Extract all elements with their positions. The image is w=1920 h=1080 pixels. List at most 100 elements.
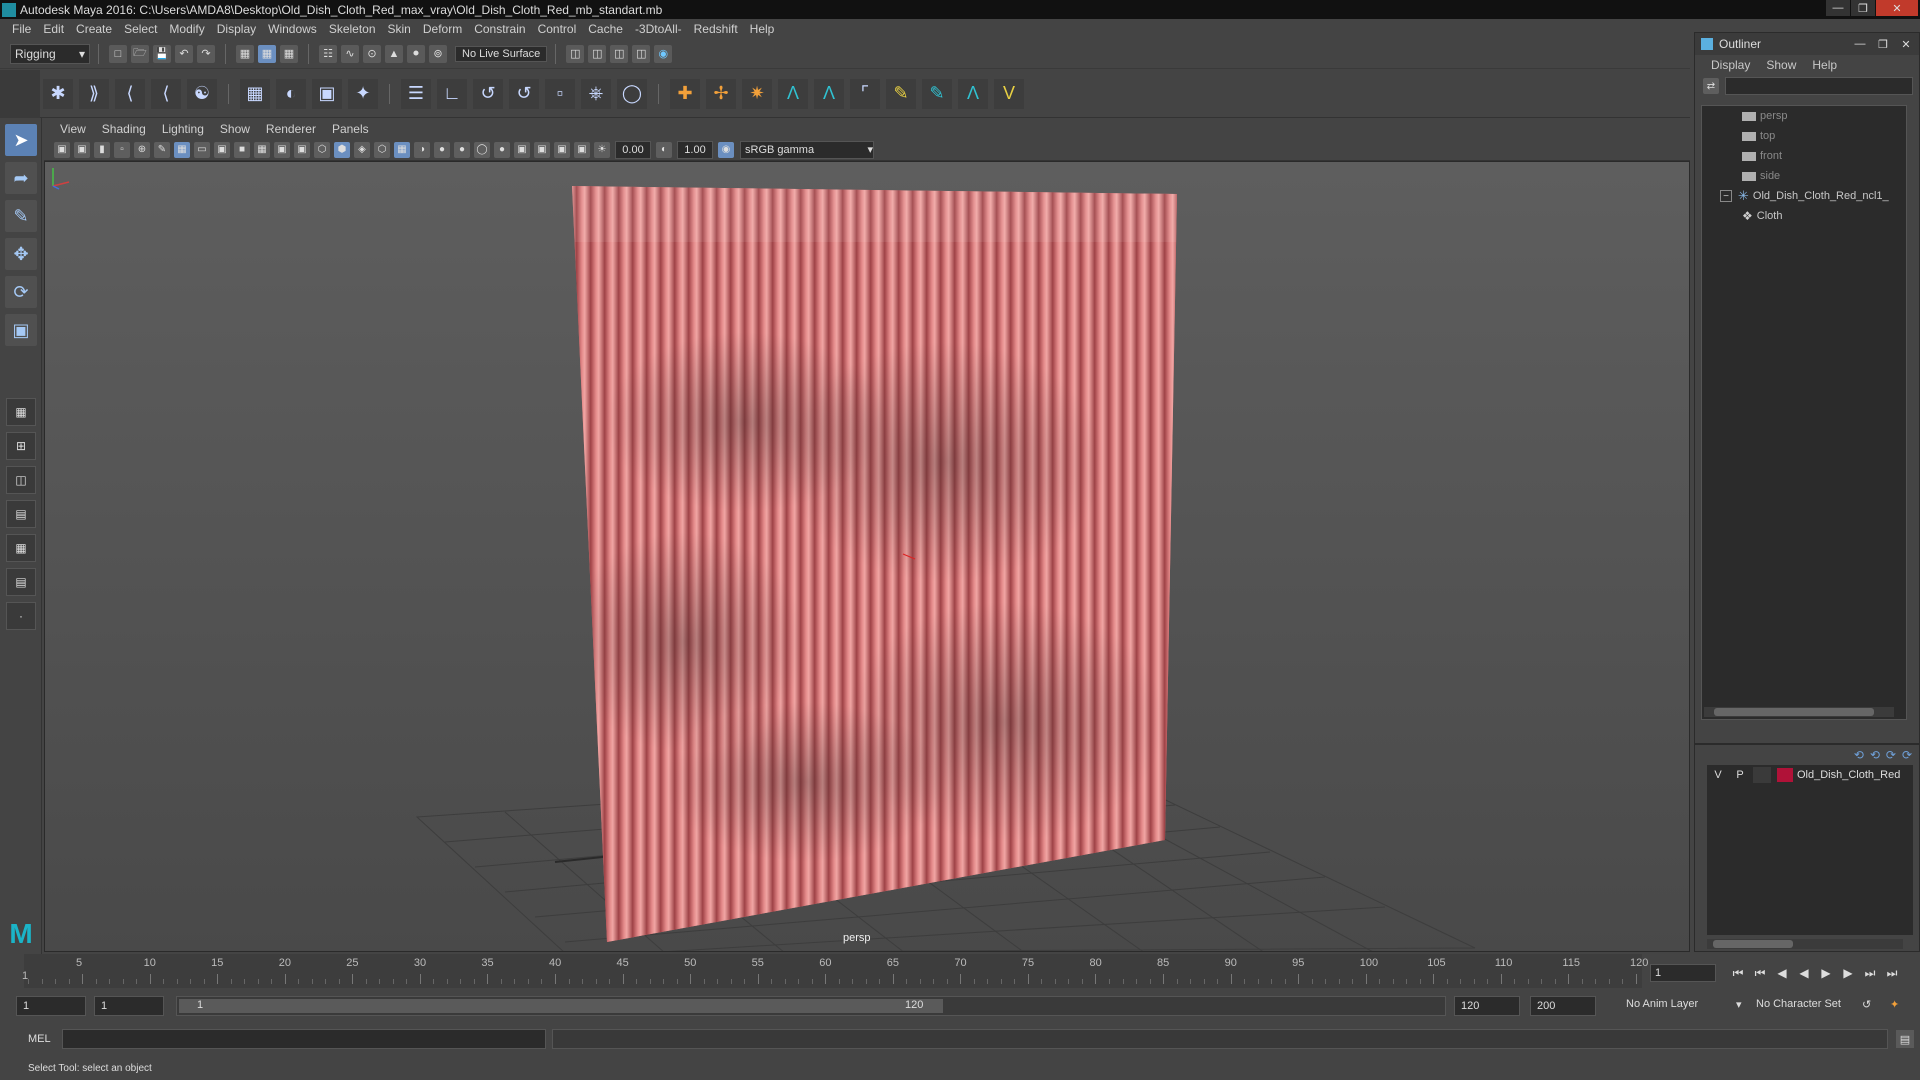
view-transform-dropdown[interactable]: sRGB gamma ▾	[740, 140, 874, 159]
snap-curve-icon[interactable]: ∿	[341, 44, 359, 63]
paint-skin-icon[interactable]: ✎	[886, 78, 916, 109]
safe-action-icon[interactable]: ▣	[274, 141, 290, 158]
paint-select-tool-icon[interactable]: ✎	[5, 200, 37, 232]
collapse-icon[interactable]: −	[1720, 190, 1732, 202]
menu-create[interactable]: Create	[70, 22, 118, 36]
shelf-tab-handle[interactable]	[0, 69, 40, 118]
single-perspective-layout-icon[interactable]: ▦	[6, 398, 36, 426]
rotate-tool-icon[interactable]: ⟳	[5, 276, 37, 308]
persp-outliner-layout-icon[interactable]: ◫	[6, 466, 36, 494]
lasso-tool-icon[interactable]: ➦	[5, 162, 37, 194]
viewport-menu-lighting[interactable]: Lighting	[154, 122, 212, 136]
layer-visibility-toggle[interactable]: V	[1707, 769, 1729, 781]
layer-display-type-toggle[interactable]	[1753, 767, 1771, 783]
layer-playback-toggle[interactable]: P	[1729, 769, 1751, 781]
range-bar[interactable]: 1 120	[176, 996, 1446, 1016]
menu-skeleton[interactable]: Skeleton	[323, 22, 382, 36]
outliner-horizontal-scrollbar[interactable]	[1704, 707, 1894, 717]
ik-handle-icon[interactable]: ⟫	[79, 78, 109, 109]
outliner-item[interactable]: top	[1702, 126, 1906, 146]
go-to-start-icon[interactable]: ⏮	[1728, 964, 1748, 982]
locator-icon[interactable]: ✚	[670, 78, 700, 109]
character-set-dropdown[interactable]: No Character Set	[1756, 998, 1841, 1010]
animation-end-field[interactable]: 200	[1530, 996, 1596, 1016]
gate-mask-icon[interactable]: ■	[234, 141, 250, 158]
exposure-field[interactable]: 0.00	[615, 140, 651, 159]
pole-vector-icon[interactable]: ◯	[617, 78, 647, 109]
use-all-lights-icon[interactable]: ▦	[394, 141, 410, 158]
undo-icon[interactable]: ↶	[175, 44, 193, 63]
anti-aliasing-icon[interactable]: ◯	[474, 141, 490, 158]
menu-control[interactable]: Control	[532, 22, 583, 36]
smooth-shade-icon[interactable]: ⬢	[334, 141, 350, 158]
open-scene-icon[interactable]: 🗁	[131, 44, 149, 63]
close-button[interactable]: ✕	[1876, 0, 1918, 16]
perspective-viewport[interactable]: persp	[44, 161, 1690, 952]
gamma-icon[interactable]: ◐	[656, 141, 672, 158]
select-object-icon[interactable]: ▦	[258, 44, 276, 63]
step-forward-icon[interactable]: ⏭	[1860, 964, 1880, 982]
outliner-item[interactable]: front	[1702, 146, 1906, 166]
outliner-vertical-scrollbar[interactable]	[1894, 110, 1904, 700]
menu-constrain[interactable]: Constrain	[468, 22, 531, 36]
menu-edit[interactable]: Edit	[37, 22, 70, 36]
animation-prefs-icon[interactable]: ✦	[1890, 998, 1899, 1011]
scroll-thumb[interactable]	[1713, 940, 1793, 948]
command-language-label[interactable]: MEL	[28, 1033, 51, 1045]
menu-windows[interactable]: Windows	[262, 22, 323, 36]
outliner-menu-help[interactable]: Help	[1804, 58, 1845, 72]
current-frame-field[interactable]: 1	[1650, 964, 1716, 982]
four-view-layout-icon[interactable]: ⊞	[6, 432, 36, 460]
step-forward-key-icon[interactable]: ▶	[1838, 964, 1858, 982]
v-tool-icon[interactable]: V	[994, 78, 1024, 109]
menu-set-dropdown[interactable]: Rigging ▾	[10, 43, 90, 64]
menu-3dtoall[interactable]: -3DtoAll-	[629, 22, 688, 36]
outliner-item[interactable]: ❖ Cloth	[1702, 206, 1906, 226]
select-camera-icon[interactable]: ▣	[54, 141, 70, 158]
hypershade-icon[interactable]: ◉	[654, 44, 673, 63]
motion-blur-icon[interactable]: ●	[454, 141, 470, 158]
shadows-icon[interactable]: ◑	[414, 141, 430, 158]
image-plane-icon[interactable]: ▫	[114, 141, 130, 158]
color-management-icon[interactable]: ◉	[718, 141, 734, 158]
menu-deform[interactable]: Deform	[417, 22, 468, 36]
quick-rig-icon[interactable]: Λ	[814, 78, 844, 109]
render-view-icon[interactable]: ◫	[566, 44, 585, 63]
scale-constraint-icon[interactable]: ▫	[545, 78, 575, 109]
outliner-maximize-button[interactable]: ❐	[1872, 35, 1894, 53]
two-d-pan-icon[interactable]: ⊕	[134, 141, 150, 158]
move-layer-down-icon[interactable]: ⟲	[1870, 748, 1880, 762]
locator-aim-icon[interactable]: ✷	[742, 78, 772, 109]
bookmark-icon[interactable]: ▮	[94, 141, 110, 158]
outliner-search-input[interactable]	[1725, 77, 1913, 95]
layer-color-swatch[interactable]	[1777, 768, 1793, 782]
outliner-close-button[interactable]: ✕	[1895, 35, 1917, 53]
lattice-icon[interactable]: ✦	[348, 78, 378, 109]
grid-toggle-icon[interactable]: ▦	[174, 141, 190, 158]
viewport-menu-shading[interactable]: Shading	[94, 122, 154, 136]
parent-constraint-icon[interactable]: ∟	[437, 78, 467, 109]
move-tool-icon[interactable]: ✥	[5, 238, 37, 270]
outliner-item[interactable]: − ✳ Old_Dish_Cloth_Red_ncl1_	[1702, 186, 1906, 206]
viewport-menu-panels[interactable]: Panels	[324, 122, 377, 136]
ik-spline-icon[interactable]: ⟨	[115, 78, 145, 109]
outliner-menu-show[interactable]: Show	[1758, 58, 1804, 72]
outliner-minimize-button[interactable]: —	[1849, 35, 1871, 53]
field-chart-icon[interactable]: ▦	[254, 141, 270, 158]
snap-point-icon[interactable]: ⊙	[363, 44, 381, 63]
play-backwards-icon[interactable]: ◀	[1794, 964, 1814, 982]
redo-icon[interactable]: ↷	[197, 44, 215, 63]
new-empty-layer-icon[interactable]: ⟳	[1886, 748, 1896, 762]
aim-constraint-icon[interactable]: ⎈	[581, 78, 611, 109]
step-back-icon[interactable]: ⏮	[1750, 964, 1770, 982]
gamma-field[interactable]: 1.00	[677, 140, 713, 159]
xray-icon[interactable]: ▣	[534, 141, 550, 158]
maximize-button[interactable]: ❐	[1851, 0, 1875, 16]
bind-skin-icon[interactable]: ▦	[240, 78, 270, 109]
grease-pencil-icon[interactable]: ✎	[154, 141, 170, 158]
render-frame-icon[interactable]: ◫	[588, 44, 607, 63]
wireframe-on-shaded-icon[interactable]: ◈	[354, 141, 370, 158]
persp-graph-layout-icon[interactable]: ▤	[6, 500, 36, 528]
sculpt-icon[interactable]: ✎	[922, 78, 952, 109]
snap-view-plane-icon[interactable]: ▲	[385, 44, 403, 63]
